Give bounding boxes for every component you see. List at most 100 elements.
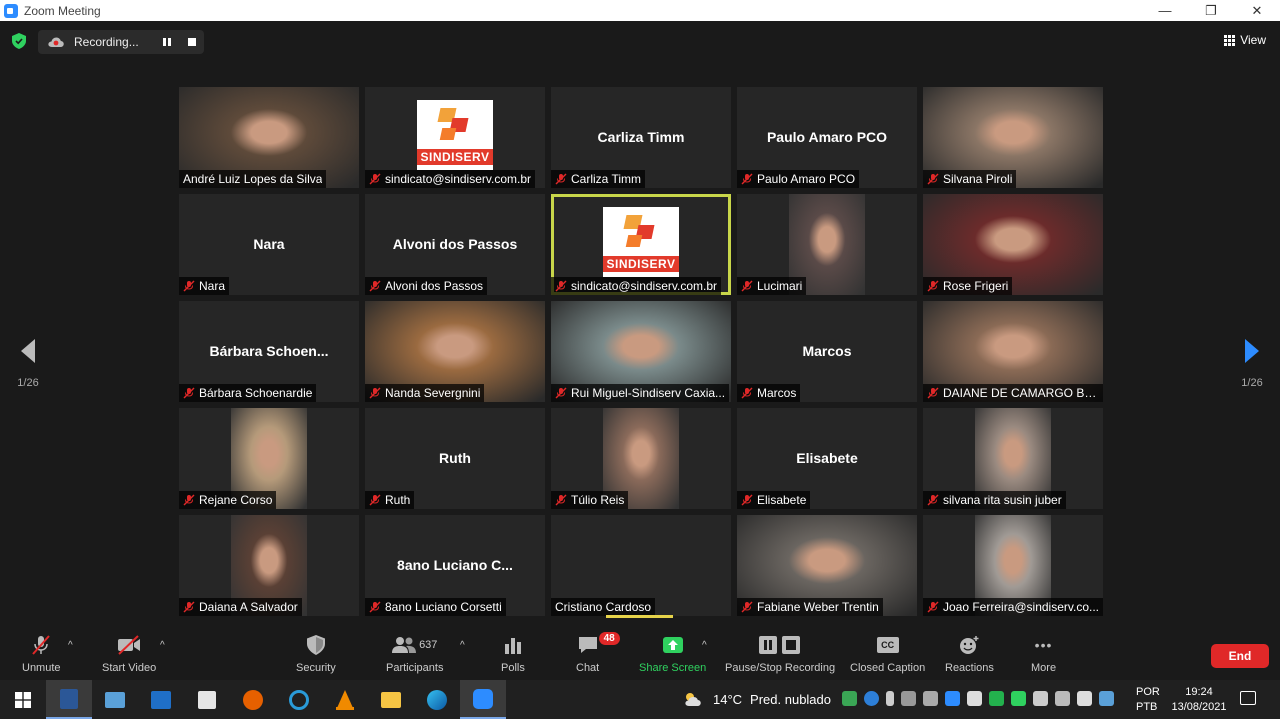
participant-tile[interactable]: Bárbara Schoen... Bárbara Schoenardie (179, 301, 359, 402)
folder-icon (381, 691, 401, 708)
close-button[interactable]: ✕ (1234, 0, 1280, 21)
participant-tile[interactable]: Alvoni dos Passos Alvoni dos Passos (365, 194, 545, 295)
taskbar-file-explorer[interactable] (368, 680, 414, 719)
participants-button[interactable]: 637 Participants (386, 634, 443, 674)
participant-name-label: sindicato@sindiserv.com.br (365, 170, 536, 188)
participant-tile[interactable]: SINDISERV sindicato@sindiserv.com.br (365, 87, 545, 188)
share-options-caret[interactable]: ^ (702, 640, 707, 651)
participant-tile[interactable]: André Luiz Lopes da Silva (179, 87, 359, 188)
participant-name: Rose Frigeri (943, 279, 1009, 293)
pause-recording-icon[interactable] (162, 37, 172, 47)
participant-tile[interactable]: Marcos Marcos (737, 301, 917, 402)
polls-button[interactable]: Polls (501, 634, 525, 674)
view-label: View (1240, 33, 1266, 47)
taskbar-vlc[interactable] (322, 680, 368, 719)
notification-center-icon[interactable] (1240, 691, 1256, 705)
participant-tile[interactable]: Rui Miguel-Sindiserv Caxia... (551, 301, 731, 402)
more-button[interactable]: ••• More (1031, 634, 1056, 674)
stop-recording-icon[interactable] (188, 38, 196, 46)
encryption-shield-icon[interactable] (12, 33, 26, 49)
zoom-tray-icon[interactable] (945, 691, 960, 706)
start-video-button[interactable]: Start Video (102, 634, 156, 674)
participant-tile[interactable]: Paulo Amaro PCO Paulo Amaro PCO (737, 87, 917, 188)
unmute-button[interactable]: Unmute (22, 634, 61, 674)
participant-name-label: Bárbara Schoenardie (179, 384, 317, 402)
taskbar-remote-desktop[interactable] (92, 680, 138, 719)
previous-page-button[interactable]: 1/26 (8, 338, 48, 389)
security-button[interactable]: Security (296, 634, 336, 674)
view-button[interactable]: View (1224, 33, 1266, 47)
participant-name-label: Elisabete (737, 491, 811, 509)
chat-button[interactable]: 48 Chat (576, 632, 620, 674)
system-clock[interactable]: 19:24 13/08/2021 (1170, 685, 1228, 715)
minimize-button[interactable]: — (1142, 0, 1188, 21)
input-language[interactable]: POR PTB (1136, 685, 1160, 715)
participant-tile[interactable]: Elisabete Elisabete (737, 408, 917, 509)
microphone-tray-icon[interactable] (886, 691, 894, 706)
taskbar-internet-explorer[interactable] (276, 680, 322, 719)
participant-tile[interactable]: Daiana A Salvador (179, 515, 359, 616)
share-screen-button[interactable]: Share Screen (639, 634, 706, 674)
participant-name: Rejane Corso (199, 493, 273, 507)
participant-tile[interactable]: Joao Ferreira@sindiserv.co... (923, 515, 1103, 616)
end-meeting-button[interactable]: End (1211, 644, 1269, 668)
participant-tile[interactable]: Rejane Corso (179, 408, 359, 509)
wifi-icon[interactable] (1033, 691, 1048, 706)
tray-shield-icon[interactable] (1011, 691, 1026, 706)
muted-microphone-icon (183, 601, 195, 613)
closed-caption-button[interactable]: CC Closed Caption (850, 634, 925, 674)
reactions-button[interactable]: Reactions (945, 634, 994, 674)
reactions-smiley-icon (960, 636, 979, 654)
tray-green-app-icon[interactable] (989, 691, 1004, 706)
participant-name-label: sindicato@sindiserv.com.br (551, 277, 722, 295)
participant-name: sindicato@sindiserv.com.br (385, 172, 532, 186)
participant-name-label: Fabiane Weber Trentin (737, 598, 883, 616)
participant-tile[interactable]: Rose Frigeri (923, 194, 1103, 295)
taskbar-edge[interactable] (414, 680, 460, 719)
muted-microphone-icon (183, 494, 195, 506)
next-page-button[interactable]: 1/26 (1232, 338, 1272, 389)
maximize-button[interactable]: ❐ (1188, 0, 1234, 21)
participant-tile[interactable]: Ruth Ruth (365, 408, 545, 509)
participant-tile[interactable]: Nara Nara (179, 194, 359, 295)
participant-tile[interactable]: SINDISERV sindicato@sindiserv.com.br (551, 194, 731, 295)
taskbar-store[interactable] (184, 680, 230, 719)
tray-monitor-icon[interactable] (901, 691, 916, 706)
participant-tile[interactable]: Fabiane Weber Trentin (737, 515, 917, 616)
audio-options-caret[interactable]: ^ (68, 640, 73, 651)
arrow-right-icon (1245, 339, 1259, 363)
muted-microphone-icon (741, 387, 753, 399)
participant-tile[interactable]: Nanda Severgnini (365, 301, 545, 402)
zoom-app-icon (473, 688, 493, 709)
recording-label: Recording... (74, 35, 139, 49)
taskbar-zoom[interactable] (460, 680, 506, 719)
battery-icon[interactable] (1077, 691, 1092, 706)
sindiserv-logo: SINDISERV (417, 100, 493, 170)
participant-tile[interactable]: Túlio Reis (551, 408, 731, 509)
muted-microphone-icon (741, 280, 753, 292)
onedrive-icon[interactable] (1055, 691, 1070, 706)
participant-tile[interactable]: Silvana Piroli (923, 87, 1103, 188)
tray-network-icon[interactable] (1099, 691, 1114, 706)
participant-tile[interactable]: Lucimari (737, 194, 917, 295)
taskbar-firefox[interactable] (230, 680, 276, 719)
weather-widget[interactable]: 14°C Pred. nublado (683, 691, 831, 707)
photos-app-icon (151, 690, 171, 709)
bluetooth-icon[interactable] (864, 691, 879, 706)
tray-app-icon[interactable] (842, 691, 857, 706)
windows-start-button[interactable] (0, 680, 46, 719)
participant-name: Marcos (757, 386, 797, 400)
participants-options-caret[interactable]: ^ (460, 640, 465, 651)
participant-tile[interactable]: DAIANE DE CAMARGO BU... (923, 301, 1103, 402)
pause-stop-recording-button[interactable]: Pause/Stop Recording (725, 634, 835, 674)
participant-tile[interactable]: Carliza Timm Carliza Timm (551, 87, 731, 188)
volume-icon[interactable] (967, 691, 982, 706)
participant-tile[interactable]: 8ano Luciano C... 8ano Luciano Corsetti (365, 515, 545, 616)
participant-tile[interactable]: silvana rita susin juber (923, 408, 1103, 509)
taskbar-photos[interactable] (138, 680, 184, 719)
windows-taskbar: 14°C Pred. nublado POR PTB 19:24 13/08/2… (0, 680, 1280, 719)
tray-sync-icon[interactable] (923, 691, 938, 706)
video-options-caret[interactable]: ^ (160, 640, 165, 651)
participant-tile[interactable]: Cristiano Cardoso (551, 515, 731, 616)
taskbar-word-app[interactable] (46, 680, 92, 719)
